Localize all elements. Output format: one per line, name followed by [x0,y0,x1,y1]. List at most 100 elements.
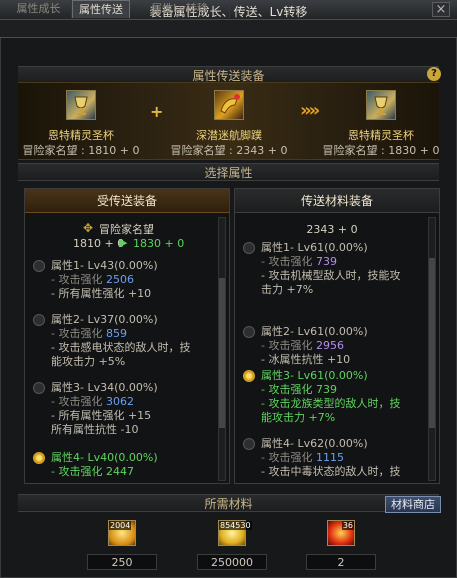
tab-attribute-growth[interactable]: 属性成长 [6,0,72,18]
fame-before: 1810 + 0 [73,237,125,250]
material-quantity: 250000 [197,554,267,570]
property-radio[interactable] [243,326,255,338]
property-radio[interactable] [243,242,255,254]
right-scrollbar[interactable] [428,217,436,481]
property-line-text: - 攻击强化 [261,383,316,396]
left-scroll-thumb[interactable] [219,278,225,428]
material-quantity: 250 [87,554,157,570]
tab-attribute-transfer[interactable]: 属性传送 [72,0,130,18]
property-line-text: - 冰属性抗性 +10 [261,353,351,366]
fire-gem-icon[interactable]: 36 [327,520,355,546]
property-line-text: - 攻击强化 [51,395,106,408]
fame-label: 冒险家名望 [99,223,154,236]
material-shop-button[interactable]: 材料商店 [385,496,441,513]
plus-icon: + [150,102,164,121]
property-line: - 所有属性强化 +10 [51,287,151,300]
property-line-text: - 攻击强化 [51,273,106,286]
property-line: - 攻击强化 1115 [261,451,344,464]
property-line-text: - 攻击强化 [261,451,316,464]
property-radio[interactable] [243,370,255,382]
source-item-name: 恩特精灵圣杯 [48,129,114,142]
source-item-fame: 冒险家名望 : 1810 + 0 [22,144,140,157]
fame-icon: ✥ [83,221,94,235]
material-panel-title: 传送材料装备 [235,189,439,213]
property-line-text: 所有属性抗性 -10 [51,423,139,436]
property-line-text: 能攻击力 +7% [261,411,336,424]
property-line: - 攻击强化 739 [261,383,337,396]
property-name[interactable]: 属性3- Lv34(0.00%) [51,381,158,394]
property-line-value: 859 [105,327,127,340]
property-line: - 攻击强化 2447 [51,465,134,478]
close-button[interactable]: × [432,2,450,17]
property-radio[interactable] [33,382,45,394]
property-radio[interactable] [33,314,45,326]
gold-crystal-icon[interactable]: 2004 [108,520,136,546]
property-line-text: - 所有属性强化 +15 [51,409,152,422]
property-line: - 冰属性抗性 +10 [261,353,350,366]
property-line: - 攻击强化 3062 [51,395,134,408]
material-badge: 36 [341,521,354,530]
property-line-value: 739 [315,255,337,268]
property-name[interactable]: 属性1- Lv43(0.00%) [51,259,158,272]
property-line-text: - 攻击强化 [261,339,316,352]
property-radio[interactable] [243,438,255,450]
material-item-fame: 冒险家名望 : 2343 + 0 [170,144,288,157]
property-line: - 所有属性强化 +15 [51,409,151,422]
property-radio[interactable] [33,452,45,464]
material-item-name: 深潜迷航脚蹼 [196,129,262,142]
fame-after: 1830 + 0 [133,237,185,250]
property-line: 击力 +7% [261,283,313,296]
material-badge: 2004 [109,521,132,530]
property-line: - 攻击龙族类型的敌人时，技 [261,397,400,410]
property-line-text: - 攻击强化 [261,255,316,268]
property-name[interactable]: 属性4- Lv40(0.00%) [51,451,158,464]
source-item-icon[interactable] [66,90,96,120]
property-radio[interactable] [33,260,45,272]
result-item-name: 恩特精灵圣杯 [348,129,414,142]
property-line-value: 3062 [105,395,134,408]
property-line-text: 能攻击力 +5% [51,355,126,368]
property-line: - 攻击强化 739 [261,255,337,268]
property-name[interactable]: 属性3- Lv61(0.00%) [261,369,368,382]
receiving-equipment-panel: 受传送装备 ✥ 冒险家名望 1810 + 0 ▶ 1830 + 0 属性1- L… [24,188,230,484]
select-attribute-header: 选择属性 [18,163,439,181]
material-quantity: 2 [306,554,376,570]
receiving-panel-title: 受传送装备 [25,189,229,213]
property-line: - 攻击机械型敌人时，技能攻 [261,269,400,282]
property-line: - 攻击强化 2956 [261,339,344,352]
property-line: 能攻击力 +7% [261,411,335,424]
property-line-text: - 攻击中毒状态的敌人时，技 [261,465,401,478]
chalice-icon [74,96,88,115]
flipper-icon [220,94,240,114]
property-name[interactable]: 属性1- Lv61(0.00%) [261,241,368,254]
property-line: 能攻击力 +5% [51,355,125,368]
property-line: - 攻击强化 859 [51,327,127,340]
tab-bar [0,20,457,38]
help-icon[interactable]: ? [427,67,441,81]
left-scrollbar[interactable] [218,217,226,481]
property-line: - 攻击感电状态的敌人时，技 [51,341,190,354]
property-line-text: - 攻击机械型敌人时，技能攻 [261,269,401,282]
property-line-value: 739 [315,383,337,396]
result-item-fame: 冒险家名望 : 1830 + 0 [322,144,440,157]
right-scroll-thumb[interactable] [429,258,435,428]
material-item-icon[interactable] [214,90,244,120]
arrow-icon: »» [300,100,320,121]
property-line-text: - 攻击强化 [51,465,106,478]
property-name[interactable]: 属性4- Lv62(0.00%) [261,437,368,450]
property-line: - 攻击强化 2506 [51,273,134,286]
required-materials-header: 所需材料 [18,494,439,512]
result-item-icon[interactable] [366,90,396,120]
tab-level-transfer[interactable]: 属性Lv转移 [130,0,230,18]
material-badge: 854530 [219,521,252,530]
property-line-text: - 攻击强化 [51,327,106,340]
material-equipment-panel: 传送材料装备 2343 + 0 属性1- Lv61(0.00%) - 攻击强化 7… [234,188,440,484]
property-line-value: 2956 [315,339,344,352]
chalice-icon [374,96,388,115]
property-name[interactable]: 属性2- Lv37(0.00%) [51,313,158,326]
property-name[interactable]: 属性2- Lv61(0.00%) [261,325,368,338]
property-line-text: - 攻击龙族类型的敌人时，技 [261,397,401,410]
property-line: 所有属性抗性 -10 [51,423,138,436]
gold-coins-icon[interactable]: 854530 [218,520,252,546]
material-fame: 2343 + 0 [306,223,358,236]
